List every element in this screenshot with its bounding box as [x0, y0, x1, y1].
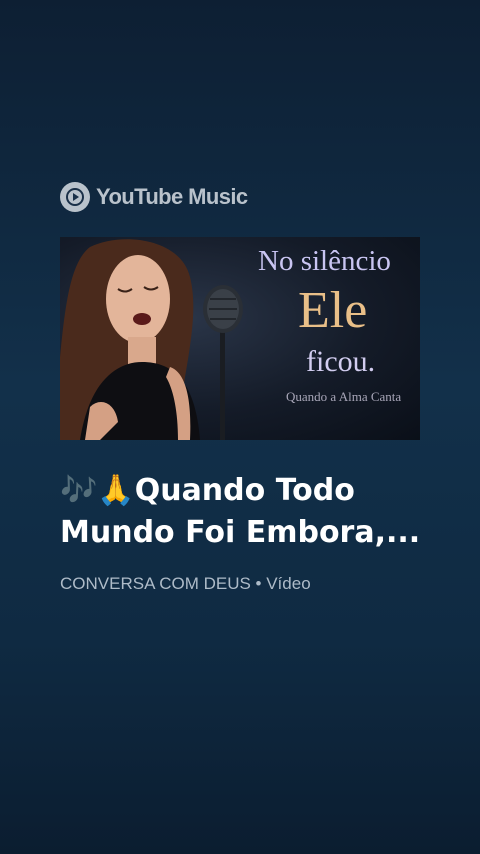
video-thumbnail[interactable]: No silêncio Ele ficou. Quando a Alma Can… [60, 237, 420, 440]
brand-name: YouTube Music [96, 184, 248, 209]
thumbnail-text-line3: ficou. [306, 345, 376, 378]
youtube-music-brand: YouTube Music [60, 182, 248, 212]
youtube-music-logo-icon [60, 182, 90, 212]
thumbnail-text-line2: Ele [298, 282, 368, 339]
thumbnail-text-line1: No silêncio [258, 245, 391, 277]
media-type: Vídeo [266, 574, 311, 593]
thumbnail-text-line4: Quando a Alma Canta [286, 389, 402, 404]
track-title[interactable]: 🎶🙏Quando Todo Mundo Foi Embora,... [60, 470, 440, 554]
channel-name[interactable]: CONVERSA COM DEUS [60, 574, 251, 593]
track-meta: CONVERSA COM DEUS • Vídeo [60, 574, 311, 594]
meta-separator: • [250, 574, 267, 593]
